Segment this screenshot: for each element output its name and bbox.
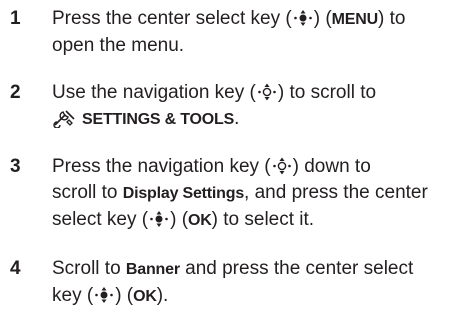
step-number: 2 [10,82,21,103]
step-number: 4 [10,258,21,279]
banner-label: Banner [125,261,180,278]
display-settings-label: Display Settings [122,185,245,202]
settings-tools-label: SETTINGS & TOOLS [82,111,235,128]
step-number: 1 [10,8,21,29]
navigation-key-icon [258,83,276,101]
step-text: Press the center select key () (MENU) to… [52,8,406,56]
menu-key-label: MENU [331,11,379,28]
ok-key-label: OK [188,212,212,229]
navigation-key-icon [272,157,291,175]
step-number: 3 [10,156,21,177]
center-select-key-icon [95,287,113,303]
center-select-key-icon [293,10,312,26]
step-text: Use the navigation key () to scroll to S… [52,82,377,129]
ok-key-label: OK [133,288,157,305]
settings-tools-icon [53,110,75,128]
step-text: Press the navigation key () down to scro… [52,156,428,230]
center-select-key-icon [150,211,168,227]
step-text: Scroll to Banner and press the center se… [52,258,414,306]
